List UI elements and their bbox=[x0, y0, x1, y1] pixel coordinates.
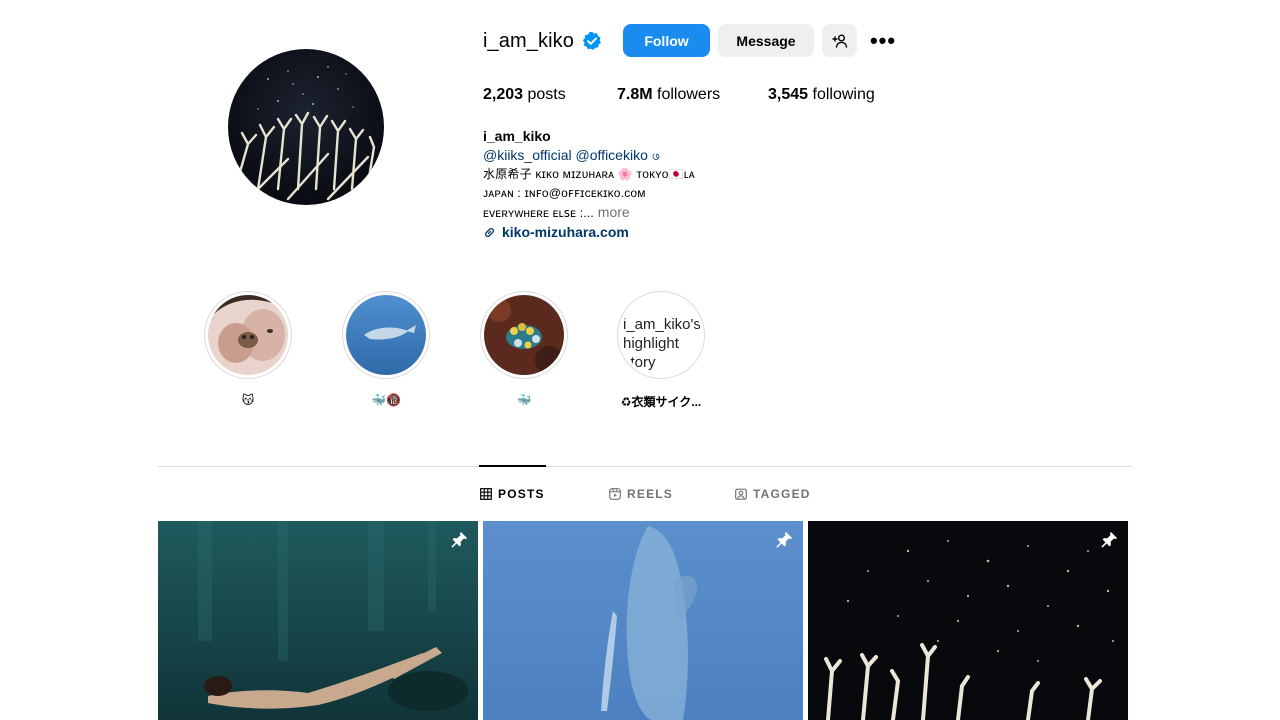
post-thumbnail[interactable] bbox=[158, 521, 478, 720]
followers-label: followers bbox=[652, 86, 721, 103]
grid-icon bbox=[480, 488, 492, 500]
tab-posts-label: POSTS bbox=[498, 487, 545, 501]
stat-followers[interactable]: 7.8M followers bbox=[617, 86, 720, 104]
tabs-divider bbox=[158, 466, 1132, 467]
bio-tagged-accounts[interactable]: @kiiks_official @officekiko ဖ bbox=[483, 146, 843, 165]
bio-line-1: 水原希子 ᴋɪᴋᴏ ᴍɪᴢᴜʜᴀʀᴀ 🌸 ᴛᴏᴋʏᴏ🇯🇵ʟᴀ bbox=[483, 167, 695, 181]
bio-more-link[interactable]: more bbox=[594, 204, 630, 220]
following-label: following bbox=[808, 86, 875, 103]
add-user-button[interactable] bbox=[822, 24, 857, 57]
bio-line-3-row: ᴇᴠᴇʀʏᴡʜᴇʀᴇ ᴇʟꜱᴇ :... more bbox=[483, 203, 843, 223]
highlight-ring bbox=[480, 291, 568, 379]
highlight-cover bbox=[484, 295, 564, 375]
message-button[interactable]: Message bbox=[718, 24, 814, 57]
bio-website-text: kiko-mizuhara.com bbox=[502, 224, 629, 240]
posts-count: 2,203 bbox=[483, 86, 524, 103]
profile-avatar[interactable] bbox=[228, 49, 384, 205]
post-image bbox=[808, 521, 1128, 720]
following-count: 3,545 bbox=[768, 86, 809, 103]
followers-count: 7.8M bbox=[617, 86, 653, 103]
highlight-item[interactable]: 🐳🔞 bbox=[342, 291, 430, 407]
highlight-cover bbox=[208, 295, 288, 375]
highlight-label: 🐳🔞 bbox=[371, 393, 401, 407]
link-icon bbox=[485, 228, 494, 237]
highlight-item[interactable]: 🐳 bbox=[480, 291, 568, 407]
tab-posts[interactable]: POSTS bbox=[480, 487, 545, 501]
posts-label: posts bbox=[523, 86, 566, 103]
highlight-ring: i_am_kiko's highlight story bbox=[617, 291, 705, 379]
verified-badge-icon bbox=[582, 31, 602, 51]
post-thumbnail[interactable] bbox=[483, 521, 803, 720]
tab-reels[interactable]: REELS bbox=[609, 487, 673, 501]
post-image bbox=[483, 521, 803, 720]
follow-button[interactable]: Follow bbox=[623, 24, 710, 57]
active-tab-indicator bbox=[479, 465, 546, 467]
more-options-button[interactable]: ••• bbox=[867, 24, 899, 57]
bio-name: i_am_kiko bbox=[483, 128, 551, 144]
tab-tagged-label: TAGGED bbox=[753, 487, 811, 501]
bio-website-link[interactable]: kiko-mizuhara.com bbox=[483, 223, 843, 242]
profile-bio: i_am_kiko @kiiks_official @officekiko ဖ … bbox=[483, 127, 843, 242]
highlight-label: 🐳 bbox=[516, 393, 532, 407]
highlight-label: ♻衣類サイク... bbox=[620, 395, 702, 409]
profile-header-row: i_am_kiko bbox=[483, 24, 602, 58]
highlight-item[interactable]: i_am_kiko's highlight story ♻衣類サイク... bbox=[617, 291, 705, 410]
reels-icon bbox=[609, 488, 621, 500]
highlight-cover bbox=[346, 295, 426, 375]
profile-username[interactable]: i_am_kiko bbox=[483, 30, 574, 53]
highlight-label: 😽 bbox=[241, 393, 255, 407]
stat-posts: 2,203 posts bbox=[483, 86, 566, 104]
pin-icon bbox=[451, 532, 467, 548]
highlight-item[interactable]: 😽 bbox=[204, 291, 292, 407]
highlight-ring bbox=[204, 291, 292, 379]
add-user-icon bbox=[831, 34, 847, 48]
highlight-cover-alt-text: i_am_kiko's highlight story bbox=[621, 295, 701, 375]
bio-line-2: ᴊᴀᴘᴀɴ : ɪɴꜰᴏ@ᴏꜰꜰɪᴄᴇᴋɪᴋᴏ.ᴄᴏᴍ bbox=[483, 186, 646, 200]
post-thumbnail[interactable] bbox=[808, 521, 1128, 720]
tagged-icon bbox=[735, 488, 747, 500]
highlight-ring bbox=[342, 291, 430, 379]
pin-icon bbox=[776, 532, 792, 548]
pin-icon bbox=[1101, 532, 1117, 548]
more-options-icon: ••• bbox=[869, 27, 897, 53]
tab-tagged[interactable]: TAGGED bbox=[735, 487, 811, 501]
avatar-image bbox=[228, 49, 384, 205]
stat-following[interactable]: 3,545 following bbox=[768, 86, 875, 104]
bio-line-3: ᴇᴠᴇʀʏᴡʜᴇʀᴇ ᴇʟꜱᴇ :... bbox=[483, 206, 594, 220]
post-image bbox=[158, 521, 478, 720]
tab-reels-label: REELS bbox=[627, 487, 674, 501]
